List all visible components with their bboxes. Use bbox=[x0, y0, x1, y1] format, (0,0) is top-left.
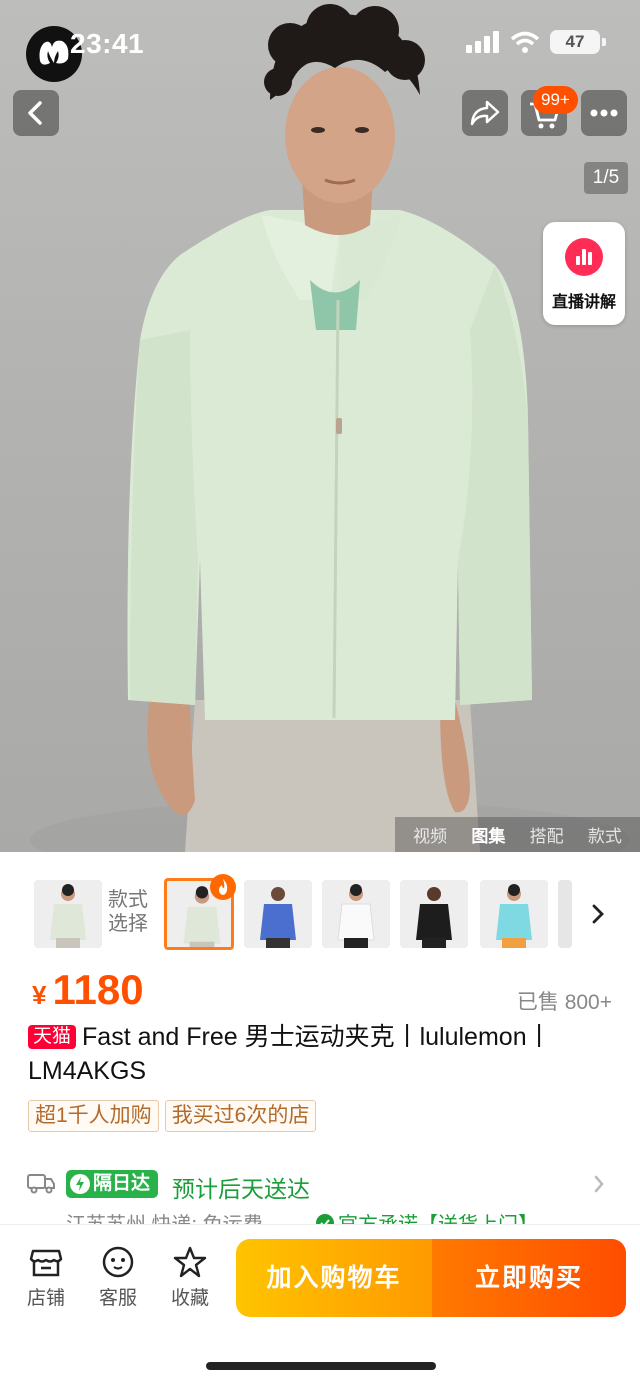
next-day-badge: 隔日达 bbox=[66, 1170, 159, 1198]
product-price: ¥1180 bbox=[32, 966, 144, 1014]
chevron-left-icon bbox=[28, 101, 42, 125]
style-thumbnail-row: 款式选择 bbox=[0, 870, 640, 958]
shop-button[interactable]: 店铺 bbox=[16, 1245, 76, 1310]
more-dots-icon bbox=[590, 109, 618, 117]
share-button[interactable] bbox=[462, 90, 508, 136]
style-select-label: 款式选择 bbox=[108, 889, 148, 935]
share-icon bbox=[470, 100, 500, 126]
favorite-button[interactable]: 收藏 bbox=[160, 1245, 220, 1310]
tab-outfit[interactable]: 搭配 bbox=[530, 822, 564, 847]
tab-video[interactable]: 视频 bbox=[413, 822, 447, 847]
live-explain-button[interactable]: 直播讲解 bbox=[543, 222, 625, 325]
lightning-icon bbox=[70, 1174, 90, 1194]
service-label: 客服 bbox=[98, 1288, 137, 1309]
purchase-actions: 加入购物车 立即购买 bbox=[236, 1239, 626, 1317]
favorite-label: 收藏 bbox=[170, 1288, 209, 1309]
delivery-eta: 预计后天送达 bbox=[172, 1176, 310, 1202]
home-indicator[interactable] bbox=[206, 1362, 436, 1370]
wifi-icon bbox=[510, 31, 540, 53]
status-icons: 47 bbox=[466, 30, 606, 54]
shop-label: 店铺 bbox=[26, 1288, 65, 1309]
tmall-badge: 天猫 bbox=[28, 1025, 77, 1049]
shop-icon bbox=[29, 1249, 63, 1277]
buy-now-button[interactable]: 立即购买 bbox=[432, 1239, 626, 1317]
customer-service-button[interactable]: 客服 bbox=[88, 1245, 148, 1310]
tab-gallery[interactable]: 图集 bbox=[471, 822, 505, 847]
product-title: Fast and Free 男士运动夹克丨lululemon丨LM4AKGS bbox=[28, 1023, 552, 1085]
product-title-block: 天猫 Fast and Free 男士运动夹克丨lululemon丨LM4AKGS bbox=[28, 1020, 618, 1088]
image-page-indicator: 1/5 bbox=[584, 162, 628, 194]
signal-icon bbox=[466, 31, 499, 53]
thumbnail-style-blue[interactable] bbox=[244, 880, 312, 948]
product-image-gallery[interactable]: 23:41 47 99+ 1/5 直播讲解 视频 图集 搭配 款式 bbox=[0, 0, 640, 852]
delivery-info[interactable]: 隔日达 预计后天送达 江苏苏州 快递: 免运费 官方承诺【送货上门】 bbox=[0, 1160, 640, 1226]
thumbnail-partial[interactable] bbox=[558, 880, 572, 948]
price-amount: 1180 bbox=[52, 966, 144, 1013]
bottom-action-bar: 店铺 客服 收藏 加入购物车 立即购买 bbox=[0, 1224, 640, 1385]
live-chart-icon bbox=[565, 238, 603, 276]
chevron-right-icon bbox=[594, 1175, 604, 1193]
cart-count-badge: 99+ bbox=[533, 86, 578, 114]
truck-icon bbox=[27, 1174, 55, 1194]
sold-count: 已售 800+ bbox=[516, 991, 612, 1014]
more-button[interactable] bbox=[581, 90, 627, 136]
thumbnail-style-white[interactable] bbox=[322, 880, 390, 948]
service-face-icon bbox=[102, 1246, 134, 1278]
status-time: 23:41 bbox=[70, 28, 145, 59]
back-button[interactable] bbox=[13, 90, 59, 136]
tag-repeat-purchase: 我买过6次的店 bbox=[164, 1100, 317, 1132]
chevron-right-icon[interactable] bbox=[588, 902, 608, 926]
battery-indicator: 47 bbox=[550, 30, 606, 54]
price-currency: ¥ bbox=[32, 980, 47, 1010]
next-day-label: 隔日达 bbox=[93, 1173, 151, 1194]
product-tags: 超1千人加购 我买过6次的店 bbox=[28, 1100, 317, 1132]
thumbnail-style-aqua[interactable] bbox=[480, 880, 548, 948]
thumbnail-style-black[interactable] bbox=[400, 880, 468, 948]
tab-styles[interactable]: 款式 bbox=[588, 822, 622, 847]
media-tabs: 视频 图集 搭配 款式 bbox=[395, 817, 640, 852]
live-explain-label: 直播讲解 bbox=[551, 294, 616, 311]
star-icon bbox=[173, 1246, 207, 1278]
add-to-cart-button[interactable]: 加入购物车 bbox=[236, 1239, 432, 1317]
hot-fire-icon bbox=[210, 874, 236, 900]
tag-add-to-cart-count: 超1千人加购 bbox=[28, 1100, 159, 1132]
thumbnail-main[interactable] bbox=[34, 880, 102, 948]
